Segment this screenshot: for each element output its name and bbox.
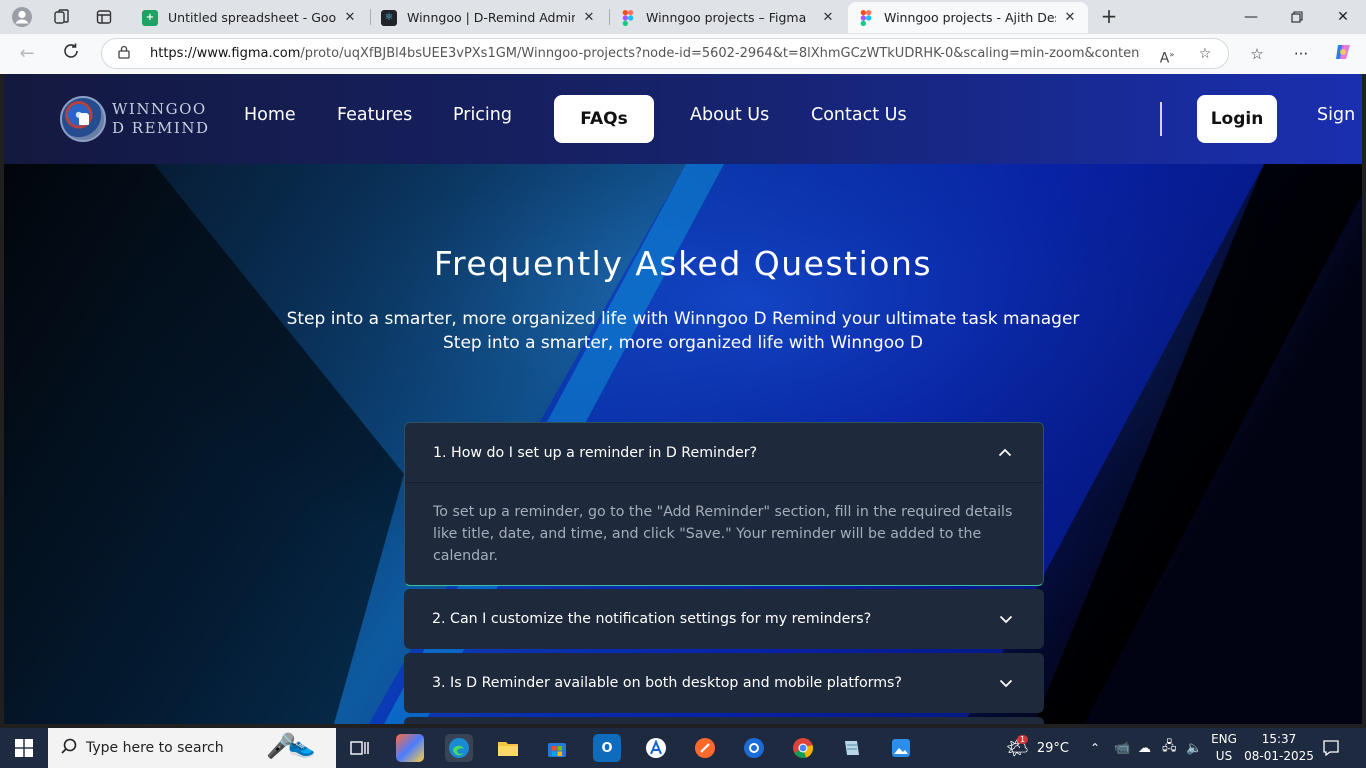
taskbar-search[interactable]: Type here to search 🎤 👟	[48, 728, 336, 768]
url-text[interactable]: https://www.figma.com/proto/uqXfBJBl4bsU…	[150, 46, 1140, 61]
clock-time: 15:37	[1261, 732, 1297, 746]
close-tab-icon[interactable]: ✕	[581, 10, 597, 25]
sneakers-icon: 👟	[288, 734, 316, 759]
notifications-icon[interactable]	[1322, 728, 1340, 768]
figma-icon	[620, 9, 636, 26]
login-button[interactable]: Login	[1197, 95, 1277, 143]
clock-date: 08-01-2025	[1244, 749, 1314, 763]
edge-browser-icon[interactable]	[445, 734, 473, 762]
globe-logo-icon	[60, 96, 106, 142]
notes-app-icon[interactable]	[838, 734, 866, 762]
new-tab-button[interactable]: +	[1096, 5, 1122, 29]
url-bar[interactable]: https://www.figma.com/proto/uqXfBJBl4bsU…	[101, 38, 1229, 69]
language-indicator[interactable]: ENG US	[1208, 731, 1240, 765]
back-button[interactable]: ←	[14, 42, 40, 66]
site-logo[interactable]: WINNGOO D REMIND	[60, 96, 209, 142]
chevron-down-icon[interactable]	[996, 609, 1016, 629]
close-tab-icon[interactable]: ✕	[1062, 10, 1078, 25]
faq-subheading-line-2: Step into a smarter, more organized life…	[442, 333, 924, 353]
address-bar-row: ← https://www.figma.com/proto/uqXfBJBl4b…	[0, 34, 1366, 74]
faq-item-3[interactable]: 3. Is D Reminder available on both deskt…	[404, 653, 1044, 713]
teams-app-icon[interactable]	[740, 734, 768, 762]
app-a-icon[interactable]	[642, 734, 670, 762]
refresh-button[interactable]	[58, 42, 84, 66]
favorites-icon[interactable]: ☆	[1244, 42, 1270, 66]
search-icon	[60, 737, 78, 759]
nav-contact-us[interactable]: Contact Us	[811, 105, 907, 125]
web-page: WINNGOO D REMIND Home Features Pricing A…	[4, 74, 1362, 724]
tab-figma-ajith-design[interactable]: Winngoo projects - Ajith Design v ✕	[848, 2, 1088, 33]
react-icon: ⚛	[381, 9, 397, 26]
copilot-taskbar-icon[interactable]	[396, 734, 424, 762]
tab-spreadsheet[interactable]: + Untitled spreadsheet - Google Sh ✕	[132, 2, 368, 33]
read-aloud-icon[interactable]: A»	[1152, 39, 1182, 70]
google-sheets-icon: +	[142, 9, 158, 26]
weather-badge: 1	[1017, 734, 1029, 744]
nav-home[interactable]: Home	[244, 105, 296, 125]
faq-question-2[interactable]: 2. Can I customize the notification sett…	[404, 589, 1044, 649]
file-explorer-icon[interactable]	[494, 734, 522, 762]
volume-muted-icon[interactable]: 🔈	[1186, 728, 1202, 768]
weather-temperature: 29°C	[1036, 740, 1069, 756]
restore-button[interactable]	[1274, 0, 1320, 34]
faq-answer-1: To set up a reminder, go to the "Add Rem…	[433, 504, 1013, 564]
start-button[interactable]	[0, 728, 48, 768]
logo-line-2: D REMIND	[112, 119, 210, 137]
browser-tab-strip: + Untitled spreadsheet - Google Sh ✕ ⚛ W…	[0, 0, 1366, 34]
lock-icon[interactable]	[118, 45, 136, 62]
pen-app-icon[interactable]	[691, 734, 719, 762]
more-menu-icon[interactable]: ···	[1288, 42, 1314, 66]
faq-question-1[interactable]: 1. How do I set up a reminder in D Remin…	[405, 423, 1043, 483]
windows-taskbar: Type here to search 🎤 👟 O 🌤 1 29°C ⌃ 📹 ☁ …	[0, 728, 1366, 768]
faq-subheading-line-1: Step into a smarter, more organized life…	[286, 309, 1080, 329]
search-placeholder: Type here to search	[86, 740, 224, 756]
faq-item-2[interactable]: 2. Can I customize the notification sett…	[404, 589, 1044, 649]
faq-subheading: Step into a smarter, more organized life…	[4, 307, 1362, 355]
favorite-star-icon[interactable]: ☆	[1190, 39, 1220, 70]
clock[interactable]: 15:37 08-01-2025	[1244, 731, 1314, 765]
photos-app-icon[interactable]	[887, 734, 915, 762]
faq-item-4-partial[interactable]	[404, 717, 1044, 724]
chevron-down-icon[interactable]	[996, 673, 1016, 693]
network-icon[interactable]: 🖧	[1162, 728, 1177, 768]
microsoft-store-icon[interactable]	[543, 734, 571, 762]
profile-icon[interactable]	[2, 0, 42, 34]
tab-admin[interactable]: ⚛ Winngoo | D-Remind Admin ✕	[371, 2, 607, 33]
signup-link[interactable]: Sign Up	[1317, 105, 1362, 125]
meet-now-icon[interactable]: 📹	[1114, 728, 1130, 768]
nav-features[interactable]: Features	[337, 105, 412, 125]
copilot-icon[interactable]	[1330, 42, 1356, 66]
show-hidden-icons[interactable]: ⌃	[1090, 728, 1100, 768]
chevron-up-icon[interactable]	[995, 443, 1015, 463]
minimize-button[interactable]: —	[1228, 0, 1274, 34]
onedrive-icon[interactable]: ☁	[1138, 728, 1151, 768]
faq-question-3[interactable]: 3. Is D Reminder available on both deskt…	[404, 653, 1044, 713]
site-navbar: WINNGOO D REMIND Home Features Pricing A…	[4, 74, 1362, 164]
workspaces-icon[interactable]	[42, 0, 82, 34]
close-tab-icon[interactable]: ✕	[820, 10, 836, 25]
nav-divider	[1160, 102, 1162, 136]
faq-item-1-expanded: 1. How do I set up a reminder in D Remin…	[404, 422, 1044, 586]
close-tab-icon[interactable]: ✕	[342, 10, 358, 25]
outlook-icon[interactable]: O	[593, 734, 621, 762]
faq-heading: Frequently Asked Questions	[433, 244, 933, 283]
weather-widget[interactable]: 🌤 1 29°C	[1006, 728, 1069, 768]
figma-icon	[858, 9, 874, 26]
close-window-button[interactable]: ✕	[1320, 0, 1366, 34]
task-view-icon[interactable]	[346, 734, 374, 762]
nav-faqs-active[interactable]: FAQs	[554, 95, 654, 143]
logo-line-1: WINNGOO	[112, 100, 207, 118]
tab-actions-icon[interactable]	[84, 0, 124, 34]
nav-about-us[interactable]: About Us	[690, 105, 769, 125]
chrome-icon[interactable]	[789, 734, 817, 762]
nav-pricing[interactable]: Pricing	[453, 105, 512, 125]
weather-sun-icon: 🌤 1	[1006, 734, 1029, 759]
tab-figma-projects[interactable]: Winngoo projects – Figma ✕	[610, 2, 846, 33]
